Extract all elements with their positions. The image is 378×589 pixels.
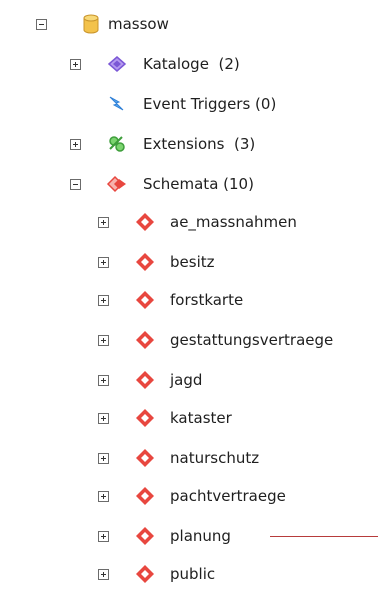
schema-icon bbox=[134, 525, 156, 547]
schema-icon bbox=[134, 485, 156, 507]
schema-label[interactable]: jagd bbox=[170, 370, 202, 390]
expand-toggle-icon[interactable] bbox=[98, 413, 109, 424]
expand-toggle-icon[interactable] bbox=[70, 59, 81, 70]
schema-icon bbox=[134, 329, 156, 351]
expand-toggle-icon[interactable] bbox=[98, 295, 109, 306]
tree-node-schema[interactable]: kataster bbox=[0, 406, 378, 430]
expand-toggle-icon[interactable] bbox=[98, 257, 109, 268]
collapse-toggle-icon[interactable] bbox=[36, 19, 47, 30]
catalogs-icon bbox=[106, 53, 128, 75]
schema-icon bbox=[134, 251, 156, 273]
schema-label[interactable]: pachtvertraege bbox=[170, 486, 286, 506]
schema-icon bbox=[134, 563, 156, 585]
event-triggers-label[interactable]: Event Triggers (0) bbox=[143, 94, 276, 114]
tree-node-event-triggers[interactable]: Event Triggers (0) bbox=[0, 92, 378, 116]
database-label[interactable]: massow bbox=[108, 14, 169, 34]
expand-toggle-icon[interactable] bbox=[98, 375, 109, 386]
tree-node-schema[interactable]: besitz bbox=[0, 250, 378, 274]
expand-toggle-icon[interactable] bbox=[98, 217, 109, 228]
tree-node-schema[interactable]: gestattungsvertraege bbox=[0, 328, 378, 352]
schema-label[interactable]: gestattungsvertraege bbox=[170, 330, 333, 350]
tree-node-schema[interactable]: forstkarte bbox=[0, 288, 378, 312]
tree-node-catalogs[interactable]: Kataloge (2) bbox=[0, 52, 378, 76]
schema-label[interactable]: planung bbox=[170, 526, 231, 546]
tree-node-schema[interactable]: pachtvertraege bbox=[0, 484, 378, 508]
expand-toggle-icon[interactable] bbox=[98, 569, 109, 580]
expand-toggle-icon[interactable] bbox=[98, 453, 109, 464]
tree-node-schema[interactable]: ae_massnahmen bbox=[0, 210, 378, 234]
schema-label[interactable]: besitz bbox=[170, 252, 215, 272]
expand-toggle-icon[interactable] bbox=[98, 491, 109, 502]
schema-icon bbox=[134, 369, 156, 391]
schema-label[interactable]: kataster bbox=[170, 408, 232, 428]
schema-label[interactable]: ae_massnahmen bbox=[170, 212, 297, 232]
tree-node-schema[interactable]: public bbox=[0, 562, 378, 586]
schema-label[interactable]: forstkarte bbox=[170, 290, 243, 310]
tree-node-extensions[interactable]: Extensions (3) bbox=[0, 132, 378, 156]
object-browser-tree: massow Kataloge (2) Event Triggers (0) E… bbox=[0, 0, 378, 587]
schema-icon bbox=[134, 447, 156, 469]
schemas-label[interactable]: Schemata (10) bbox=[143, 174, 254, 194]
schema-icon bbox=[134, 289, 156, 311]
tree-node-schemas[interactable]: Schemata (10) bbox=[0, 172, 378, 196]
schema-icon bbox=[134, 211, 156, 233]
expand-toggle-icon[interactable] bbox=[98, 531, 109, 542]
schema-icon bbox=[134, 407, 156, 429]
tree-node-schema[interactable]: naturschutz bbox=[0, 446, 378, 470]
annotation-underline bbox=[270, 536, 378, 537]
tree-node-database[interactable]: massow bbox=[0, 12, 378, 36]
tree-node-schema[interactable]: jagd bbox=[0, 368, 378, 392]
schema-label[interactable]: naturschutz bbox=[170, 448, 259, 468]
schemas-icon bbox=[106, 173, 128, 195]
event-triggers-icon bbox=[106, 93, 128, 115]
collapse-toggle-icon[interactable] bbox=[70, 179, 81, 190]
schema-label[interactable]: public bbox=[170, 564, 215, 584]
expand-toggle-icon[interactable] bbox=[98, 335, 109, 346]
database-icon bbox=[80, 13, 102, 35]
catalogs-label[interactable]: Kataloge (2) bbox=[143, 54, 240, 74]
expand-toggle-icon[interactable] bbox=[70, 139, 81, 150]
extensions-label[interactable]: Extensions (3) bbox=[143, 134, 255, 154]
extensions-icon bbox=[106, 133, 128, 155]
